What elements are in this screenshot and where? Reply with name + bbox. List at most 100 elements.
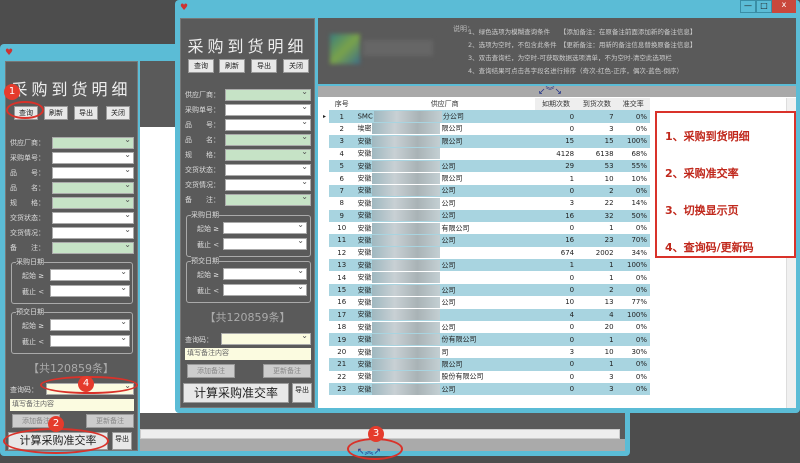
delivery-start-field[interactable] <box>223 266 307 280</box>
row-indicator <box>320 283 330 297</box>
label: 起始 ≥ <box>197 225 220 233</box>
table-row[interactable]: 6 安徽 限公司 1 10 10% <box>320 172 650 185</box>
refresh-button[interactable]: 刷新 <box>219 59 245 73</box>
remark-field[interactable] <box>52 240 134 254</box>
label: 备 注： <box>185 196 220 204</box>
delivery-field[interactable] <box>225 177 311 191</box>
expand-arrows-icon[interactable]: ↖︽↗ <box>357 444 381 457</box>
col-supplier[interactable]: 供应厂商 <box>354 98 535 111</box>
table-row[interactable]: 23 安徽 公司 0 3 0% <box>320 382 650 396</box>
col-rate[interactable]: 准交率 <box>616 98 650 111</box>
table-row[interactable]: 20 安徽 司 3 10 30% <box>320 345 650 359</box>
spec-field[interactable] <box>225 147 311 161</box>
delivery-end-field[interactable] <box>223 282 307 296</box>
purchase-date-group: 采购日期 起始 ≥ 截止 < <box>11 257 133 304</box>
remark-input[interactable]: 填写备注内容 <box>10 399 134 411</box>
table-row[interactable]: 7 安徽 公司 0 2 0% <box>320 184 650 198</box>
update-remark-button[interactable]: 更新备注 <box>263 364 311 378</box>
back-refresh-button[interactable]: 刷新 <box>44 106 68 120</box>
table-row[interactable]: 3 安徽 限公司 15 15 100% <box>320 135 650 148</box>
row-indicator <box>320 333 330 346</box>
table-row[interactable]: 18 安徽 公司 0 20 0% <box>320 321 650 334</box>
table-row[interactable]: 11 安徽 公司 16 23 70% <box>320 234 650 247</box>
rate-cell: 0% <box>616 358 650 371</box>
supplier-suffix: 分公司 <box>442 112 464 121</box>
table-row[interactable]: 13 安徽 公司 1 1 100% <box>320 259 650 272</box>
item-no-field[interactable] <box>52 165 134 179</box>
table-row[interactable]: 8 安徽 公司 3 22 14% <box>320 197 650 210</box>
annotation-2: 2、采购准交率 <box>665 167 739 180</box>
table-row[interactable]: 16 安徽 公司 10 13 77% <box>320 296 650 309</box>
delivery-end-field[interactable] <box>50 333 130 347</box>
arrivals-cell: 15 <box>577 135 617 148</box>
table-row[interactable]: 14 安徽 0 1 0% <box>320 271 650 284</box>
ontime-cell: 0 <box>534 370 578 383</box>
col-arrivals[interactable]: 到货次数 <box>577 98 617 111</box>
supplier-prefix: 安徽 <box>357 137 372 146</box>
table-row[interactable]: 21 安徽 限公司 0 1 0% <box>320 358 650 371</box>
close-button[interactable]: x <box>772 0 796 13</box>
col-seq[interactable]: 序号 <box>329 98 355 111</box>
back-close-button[interactable]: 关闭 <box>106 106 130 120</box>
table-row[interactable]: 10 安徽 有限公司 0 1 0% <box>320 221 650 235</box>
delivery-field[interactable] <box>52 225 134 239</box>
purchase-end-field[interactable] <box>223 236 307 250</box>
supplier-blurred <box>372 197 441 209</box>
table-row[interactable]: 9 安徽 公司 16 32 50% <box>320 209 650 222</box>
add-remark-button[interactable]: 添加备注 <box>187 364 235 378</box>
delivery-start-field[interactable] <box>50 317 130 331</box>
table-row[interactable]: 12 安徽 674 2002 34% <box>320 246 650 260</box>
table-row[interactable]: 17 安徽 4 4 100% <box>320 308 650 322</box>
table-row[interactable]: 19 安徽 份有限公司 0 1 0% <box>320 333 650 346</box>
row-indicator <box>320 135 330 148</box>
supplier-field[interactable] <box>52 135 134 149</box>
export-top-button[interactable]: 导出 <box>251 59 277 73</box>
row-indicator <box>320 382 330 396</box>
supplier-cell: 安徽 限公司 <box>354 172 535 185</box>
col-ontime[interactable]: 如期次数 <box>534 98 578 111</box>
table-row[interactable]: 5 安徽 公司 29 53 55% <box>320 159 650 173</box>
table-row[interactable]: 22 安徽 股份有限公司 0 3 0% <box>320 370 650 383</box>
table-row[interactable]: 15 安徽 公司 0 2 0% <box>320 283 650 297</box>
remark-field[interactable] <box>225 192 311 206</box>
query-button[interactable]: 查询 <box>188 59 214 73</box>
calc-rate-button[interactable]: 计算采购准交率 <box>183 383 289 403</box>
status-field[interactable] <box>225 162 311 176</box>
po-field[interactable] <box>225 102 311 116</box>
supplier-suffix: 公司 <box>441 236 456 245</box>
row-indicator <box>320 271 330 284</box>
po-field[interactable] <box>52 150 134 164</box>
remark-input[interactable]: 填写备注内容 <box>185 348 311 360</box>
seq-cell: 9 <box>329 209 355 222</box>
supplier-prefix: 安徽 <box>357 286 372 295</box>
maximize-button[interactable]: □ <box>756 0 772 13</box>
back-export-button[interactable]: 导出 <box>74 106 98 120</box>
export-button[interactable]: 导出 <box>292 383 312 403</box>
collapse-arrows-icon[interactable]: ↙︾↘ <box>538 84 562 97</box>
item-name-field[interactable] <box>225 132 311 146</box>
export-button[interactable]: 导出 <box>112 432 132 450</box>
row-indicator: ▸ <box>320 110 330 123</box>
supplier-field[interactable] <box>225 87 311 101</box>
minimize-button[interactable]: — <box>740 0 756 13</box>
spec-field[interactable] <box>52 195 134 209</box>
query-code-input[interactable] <box>221 331 311 345</box>
arrivals-cell: 22 <box>577 197 617 210</box>
purchase-start-field[interactable] <box>50 267 130 281</box>
supplier-prefix: 安徽 <box>357 199 372 208</box>
item-no-field[interactable] <box>225 117 311 131</box>
status-field[interactable] <box>52 210 134 224</box>
table-row[interactable]: ▸ 1 SMC 分公司 0 7 0% <box>320 110 650 123</box>
update-remark-button[interactable]: 更新备注 <box>86 414 134 428</box>
row-indicator <box>320 321 330 334</box>
close-app-button[interactable]: 关闭 <box>283 59 309 73</box>
purchase-end-field[interactable] <box>50 283 130 297</box>
table-row[interactable]: 2 埃密 限公司 0 3 0% <box>320 122 650 136</box>
label: 品 名： <box>185 136 220 144</box>
supplier-prefix: 安徽 <box>357 211 372 220</box>
purchase-start-field[interactable] <box>223 220 307 234</box>
supplier-blurred <box>372 383 441 395</box>
table-row[interactable]: 4 安徽 4128 6138 68% <box>320 147 650 160</box>
data-table: 序号 供应厂商 如期次数 到货次数 准交率 ▸ 1 SMC 分公司 0 7 0% 2 埃密 限公司… <box>320 98 650 396</box>
item-name-field[interactable] <box>52 180 134 194</box>
